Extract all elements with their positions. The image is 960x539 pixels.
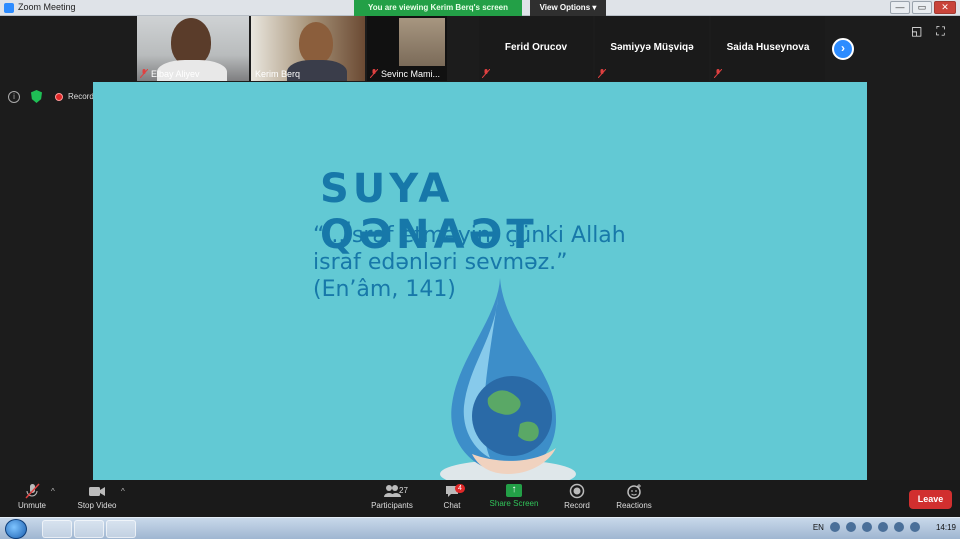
participant-tile[interactable]: Saida Huseynova — [711, 16, 825, 81]
start-button[interactable] — [5, 519, 27, 539]
water-drop-earth-illustration — [440, 278, 576, 480]
language-indicator[interactable]: EN — [813, 523, 824, 532]
record-label: Record — [564, 501, 590, 510]
exit-fullscreen-icon[interactable]: ◱ — [911, 24, 922, 39]
muted-mic-icon — [25, 483, 40, 499]
participant-name: Saida Huseynova — [726, 42, 810, 53]
chrome-taskbar-item[interactable] — [74, 520, 104, 538]
meeting-toolbar: Unmute ^ Stop Video ^ 27 Participants 4 … — [0, 480, 960, 517]
window-controls: — ▭ ✕ — [890, 1, 956, 14]
stop-video-label: Stop Video — [77, 501, 117, 510]
network-icon[interactable] — [829, 522, 840, 532]
participant-name: Ferid Orucov — [504, 42, 568, 53]
view-options-button[interactable]: View Options ▾ — [530, 0, 606, 16]
next-page-button[interactable]: › — [832, 38, 854, 60]
volume-icon[interactable] — [845, 522, 856, 532]
security-icon[interactable] — [877, 522, 888, 532]
encryption-shield-icon[interactable] — [31, 90, 42, 103]
reactions-button[interactable]: Reactions — [612, 483, 656, 510]
bluetooth-icon[interactable] — [861, 522, 872, 532]
participant-name: Sevinc Mami... — [381, 69, 441, 79]
leave-button[interactable]: Leave — [909, 490, 952, 509]
participants-label: Participants — [371, 501, 413, 510]
participant-tile[interactable]: Kerim Berq — [251, 16, 365, 81]
participant-video — [399, 18, 445, 66]
chat-badge: 4 — [455, 484, 465, 493]
stop-video-button[interactable]: Stop Video — [74, 483, 120, 510]
share-banner: You are viewing Kerim Berq's screen — [354, 0, 522, 16]
video-options-caret[interactable]: ^ — [121, 487, 125, 496]
muted-mic-icon — [370, 69, 378, 78]
chevron-right-icon: › — [841, 41, 845, 55]
minimize-button[interactable]: — — [890, 1, 910, 14]
title-bar: Zoom Meeting You are viewing Kerim Berq'… — [0, 0, 960, 16]
window-title: Zoom Meeting — [18, 2, 76, 12]
file-explorer-taskbar-item[interactable] — [42, 520, 72, 538]
unmute-button[interactable]: Unmute — [14, 483, 50, 510]
muted-mic-icon — [598, 69, 606, 78]
chevron-down-icon: ▾ — [592, 3, 597, 12]
record-button[interactable]: Record — [560, 483, 594, 510]
share-screen-label: Share Screen — [489, 499, 539, 508]
participant-video — [171, 18, 211, 66]
smiley-plus-icon — [627, 484, 641, 499]
share-screen-icon: ↑ — [506, 484, 522, 497]
video-camera-icon — [89, 487, 105, 496]
muted-mic-icon — [482, 69, 490, 78]
muted-mic-icon — [714, 69, 722, 78]
chat-button[interactable]: 4 Chat — [432, 483, 472, 510]
participants-button[interactable]: 27 Participants — [368, 483, 416, 510]
battery-icon[interactable] — [893, 522, 904, 532]
signal-icon[interactable] — [909, 522, 920, 532]
close-button[interactable]: ✕ — [934, 1, 956, 14]
view-options-label: View Options — [539, 3, 591, 12]
quote-line: “...İsraf etməyin; çünki Allah — [313, 223, 626, 248]
zoom-taskbar-item[interactable] — [106, 520, 136, 538]
participant-tile[interactable]: Sevinc Mami... — [367, 16, 447, 81]
meeting-info-icon[interactable]: i — [8, 91, 20, 103]
video-strip: Elbay Aliyev Kerim Berq Sevinc Mami... F… — [137, 16, 960, 82]
zoom-window: Zoom Meeting You are viewing Kerim Berq'… — [0, 0, 960, 539]
participant-tile[interactable]: Səmiyyə Müşviqə — [595, 16, 709, 81]
windows-taskbar: EN 14:19 — [0, 517, 960, 539]
zoom-app-icon — [4, 3, 14, 13]
reactions-label: Reactions — [616, 501, 652, 510]
share-screen-button[interactable]: ↑ Share Screen — [488, 483, 540, 508]
participant-name: Elbay Aliyev — [151, 69, 200, 79]
audio-options-caret[interactable]: ^ — [51, 487, 55, 496]
quote-line: israf edənləri sevməz.” — [313, 250, 568, 275]
recording-icon — [55, 93, 63, 101]
record-icon — [569, 483, 585, 499]
participant-name: Kerim Berq — [255, 69, 301, 79]
participant-tile[interactable]: Ferid Orucov — [479, 16, 593, 81]
strip-tools: ◱ ⛶ — [911, 24, 945, 39]
system-tray: EN 14:19 — [813, 522, 956, 532]
participant-video — [299, 22, 333, 64]
fullscreen-icon[interactable]: ⛶ — [936, 24, 944, 39]
chat-label: Chat — [443, 501, 461, 510]
participant-name: Səmiyyə Müşviqə — [610, 42, 694, 53]
maximize-button[interactable]: ▭ — [912, 1, 932, 14]
shared-screen: SUYA QƏNAƏT “...İsraf etməyin; çünki All… — [93, 82, 867, 480]
participant-tile[interactable]: Elbay Aliyev — [137, 16, 249, 81]
muted-mic-icon — [140, 69, 148, 78]
unmute-label: Unmute — [17, 501, 46, 510]
participants-count: 27 — [399, 486, 408, 495]
taskbar-clock[interactable]: 14:19 — [936, 523, 956, 532]
